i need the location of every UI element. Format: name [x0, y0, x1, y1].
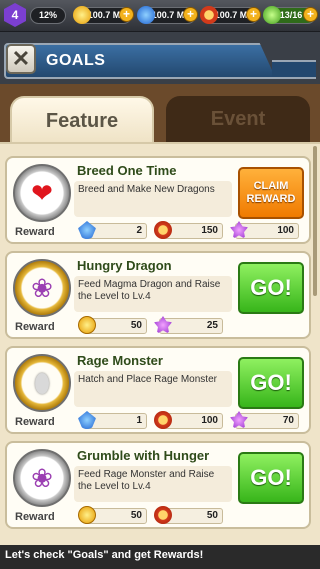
food-icon — [154, 221, 172, 239]
treat-icon — [263, 6, 281, 24]
goal-card: ⬮ Rage Monster Hatch and Place Rage Mons… — [5, 346, 311, 434]
gems-value: 100.7 M — [151, 10, 185, 20]
reward-amount: 1 — [136, 415, 142, 426]
reward-label: Reward — [15, 416, 55, 428]
xp-pill: 12% — [30, 7, 66, 24]
goal-card: ❀ Grumble with Hunger Feed Rage Monster … — [5, 441, 311, 529]
treat-icon — [154, 316, 172, 334]
goal-medal: ⬮ — [13, 354, 71, 412]
food-basket-icon: ❀ — [31, 273, 53, 303]
claim-reward-button[interactable]: CLAIM REWARD — [238, 167, 304, 219]
gem-icon — [78, 221, 96, 239]
coin-icon — [78, 316, 96, 334]
food-value: 100.7 M — [214, 10, 248, 20]
reward-amount: 50 — [130, 320, 142, 331]
food-icon — [200, 6, 218, 24]
egg-icon: ⬮ — [33, 368, 51, 398]
header-banner-tail — [272, 60, 316, 79]
goal-title: Breed One Time — [77, 163, 177, 178]
goal-medal: ❀ — [13, 259, 71, 317]
add-coins-button[interactable]: + — [119, 7, 134, 22]
goal-description: Hatch and Place Rage Monster — [74, 371, 232, 407]
treats-value: 13/16 — [279, 10, 303, 20]
reward-coin: 50 — [78, 316, 147, 334]
reward-treat: 25 — [154, 316, 223, 334]
reward-amount: 50 — [206, 510, 218, 521]
gem-icon — [78, 411, 96, 429]
add-treats-button[interactable]: + — [303, 7, 318, 22]
reward-gem: 2 — [78, 221, 147, 239]
treats-pill: 13/16 + — [263, 6, 318, 24]
reward-amount: 50 — [130, 510, 142, 521]
go-button[interactable]: GO! — [238, 452, 304, 504]
resource-bar: 4 12% 100.7 M + 100.7 M + 100.7 M + 13/1… — [0, 0, 320, 32]
coins-pill: 100.7 M + — [73, 6, 134, 24]
tab-event[interactable]: Event — [166, 96, 310, 142]
food-basket-icon: ❀ — [31, 463, 53, 493]
reward-food: 50 — [154, 506, 223, 524]
food-icon — [154, 411, 172, 429]
goal-medal: ❀ — [13, 449, 71, 507]
reward-treat: 100 — [230, 221, 299, 239]
xp-value: 12% — [38, 10, 57, 20]
level-badge: 4 — [4, 3, 26, 27]
reward-amount: 150 — [201, 225, 218, 236]
list-scrollbar[interactable] — [313, 146, 317, 296]
reward-treat: 70 — [230, 411, 299, 429]
goal-description: Breed and Make New Dragons — [74, 181, 232, 217]
reward-food: 100 — [154, 411, 223, 429]
crossed-swords-icon[interactable]: ✕ — [6, 44, 36, 74]
reward-amount: 2 — [136, 225, 142, 236]
tab-feature[interactable]: Feature — [10, 96, 154, 142]
reward-amount: 25 — [206, 320, 218, 331]
coin-icon — [73, 6, 91, 24]
goals-header: ✕ GOALS — [0, 38, 320, 84]
go-button[interactable]: GO! — [238, 262, 304, 314]
heart-icon: ❤ — [31, 178, 53, 208]
reward-amount: 100 — [201, 415, 218, 426]
coin-icon — [78, 506, 96, 524]
reward-coin: 50 — [78, 506, 147, 524]
goals-list[interactable]: ❤ Breed One Time Breed and Make New Drag… — [0, 142, 320, 546]
reward-food: 150 — [154, 221, 223, 239]
reward-label: Reward — [15, 511, 55, 523]
goal-card: ❀ Hungry Dragon Feed Magma Dragon and Ra… — [5, 251, 311, 339]
page-title: GOALS — [46, 52, 106, 69]
food-icon — [154, 506, 172, 524]
reward-amount: 100 — [277, 225, 294, 236]
add-gems-button[interactable]: + — [183, 7, 198, 22]
goal-title: Grumble with Hunger — [77, 448, 210, 463]
goal-title: Hungry Dragon — [77, 258, 172, 273]
coins-value: 100.7 M — [87, 10, 121, 20]
goal-title: Rage Monster — [77, 353, 163, 368]
food-pill: 100.7 M + — [200, 6, 261, 24]
reward-amount: 70 — [282, 415, 294, 426]
goal-medal: ❤ — [13, 164, 71, 222]
hint-footer: Let's check "Goals" and get Rewards! — [0, 545, 320, 569]
gems-pill: 100.7 M + — [137, 6, 198, 24]
gem-icon — [137, 6, 155, 24]
goal-description: Feed Magma Dragon and Raise the Level to… — [74, 276, 232, 312]
header-banner — [4, 43, 276, 79]
add-food-button[interactable]: + — [246, 7, 261, 22]
hint-text: Let's check "Goals" and get Rewards! — [5, 549, 204, 561]
treat-icon — [230, 411, 248, 429]
treat-icon — [230, 221, 248, 239]
reward-gem: 1 — [78, 411, 147, 429]
reward-label: Reward — [15, 226, 55, 238]
goal-card: ❤ Breed One Time Breed and Make New Drag… — [5, 156, 311, 244]
goal-description: Feed Rage Monster and Raise the Level to… — [74, 466, 232, 502]
reward-label: Reward — [15, 321, 55, 333]
go-button[interactable]: GO! — [238, 357, 304, 409]
